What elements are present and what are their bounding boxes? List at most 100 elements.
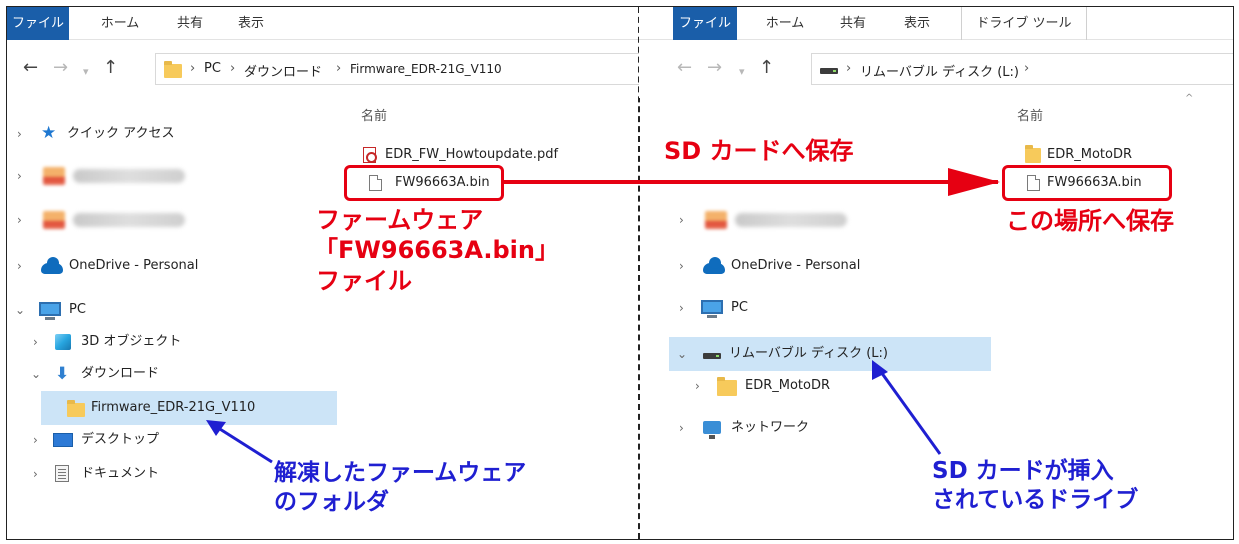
right-tab-share[interactable]: 共有	[833, 7, 873, 40]
forward-arrow-icon[interactable]: →	[707, 58, 722, 78]
breadcrumb-removable-disk[interactable]: リムーバブル ディスク (L:)	[860, 61, 1019, 80]
tree-item-blurred-folder[interactable]: ›	[7, 205, 337, 235]
chevron-down-icon[interactable]: ⌄	[15, 295, 25, 325]
chevron-right-icon[interactable]: ›	[17, 251, 22, 281]
pdf-file-icon	[363, 147, 377, 163]
blurred-label	[73, 169, 185, 183]
tree-label: OneDrive - Personal	[69, 258, 199, 273]
chevron-right-icon[interactable]: ›	[679, 293, 684, 323]
column-header-name[interactable]: 名前	[1017, 105, 1043, 124]
tree-item-removable-disk[interactable]: ⌄ リムーバブル ディスク (L:)	[669, 337, 991, 371]
tree-label: リムーバブル ディスク (L:)	[729, 346, 888, 361]
left-tab-file[interactable]: ファイル	[7, 7, 69, 40]
left-ribbon: ファイル ホーム 共有 表示	[7, 7, 639, 40]
chevron-right-icon[interactable]: ›	[17, 205, 22, 235]
desktop-icon	[53, 433, 73, 447]
drive-icon	[820, 68, 838, 74]
folder-icon	[164, 61, 182, 78]
chevron-right-icon[interactable]: ›	[17, 161, 22, 191]
right-tab-drive-tools[interactable]: ドライブ ツール	[961, 7, 1087, 40]
annotation-sd-drive-line1: SD カードが挿入	[932, 458, 1114, 484]
chevron-right-icon[interactable]: ›	[33, 425, 38, 455]
tree-label: Firmware_EDR-21G_V110	[91, 400, 256, 415]
chevron-right-icon[interactable]: ›	[679, 251, 684, 281]
tree-item-quick-access[interactable]: › ★ クイック アクセス	[7, 119, 337, 149]
blurred-folder-icon	[43, 167, 65, 185]
file-row-motodr-folder[interactable]: EDR_MotoDR	[1017, 143, 1217, 167]
annotation-save-to-sd: SD カードへ保存	[664, 137, 854, 165]
tree-item-pc[interactable]: › PC	[639, 293, 999, 323]
left-address-bar[interactable]: › PC › ダウンロード › Firmware_EDR-21G_V110	[155, 53, 639, 85]
cloud-icon	[703, 257, 725, 274]
chevron-right-icon[interactable]: ›	[679, 413, 684, 443]
left-tab-share[interactable]: 共有	[170, 7, 210, 40]
tree-item-pc[interactable]: ⌄ PC	[7, 295, 337, 325]
annotation-extracted-line2: のフォルダ	[274, 489, 389, 515]
back-arrow-icon[interactable]: ←	[23, 58, 38, 78]
tree-item-firmware-folder[interactable]: Firmware_EDR-21G_V110	[41, 391, 337, 425]
tree-label: クイック アクセス	[67, 126, 175, 141]
right-address-row: ← → ▾ ↑ › リムーバブル ディスク (L:) ›	[639, 40, 1233, 98]
breadcrumb-pc[interactable]: PC	[204, 61, 221, 76]
annotation-firmware-line1: ファームウェア	[316, 206, 484, 234]
forward-arrow-icon[interactable]: →	[53, 58, 68, 78]
right-tab-view[interactable]: 表示	[897, 7, 937, 40]
blurred-label	[73, 213, 185, 227]
tree-item-onedrive[interactable]: › OneDrive - Personal	[7, 251, 337, 281]
tree-item-desktop[interactable]: › デスクトップ	[7, 425, 337, 455]
breadcrumb-separator-icon: ›	[336, 61, 342, 76]
cloud-icon	[41, 257, 63, 274]
chevron-right-icon[interactable]: ›	[695, 371, 700, 401]
up-arrow-icon[interactable]: ↑	[103, 58, 118, 78]
monitor-icon	[701, 300, 723, 318]
file-row-pdf[interactable]: EDR_FW_Howtoupdate.pdf	[359, 143, 629, 167]
tree-label: ダウンロード	[81, 366, 160, 381]
tree-item-network[interactable]: › ネットワーク	[639, 413, 999, 443]
download-arrow-icon: ⬇	[55, 364, 70, 384]
blurred-folder-icon	[705, 211, 727, 229]
right-tab-home[interactable]: ホーム	[757, 7, 813, 40]
chevron-down-icon[interactable]: ⌄	[677, 337, 687, 371]
breadcrumb-firmware-folder[interactable]: Firmware_EDR-21G_V110	[350, 62, 502, 76]
folder-icon	[67, 400, 85, 417]
cube-icon	[55, 334, 71, 350]
blurred-folder-icon	[43, 211, 65, 229]
tree-label: 3D オブジェクト	[81, 334, 182, 349]
sort-ascending-icon: ^	[1185, 93, 1194, 104]
right-ribbon: ファイル ホーム 共有 表示 ドライブ ツール	[639, 7, 1233, 40]
tree-label: ドキュメント	[81, 466, 160, 481]
tree-item-motodr[interactable]: › EDR_MotoDR	[639, 371, 999, 401]
tree-label: OneDrive - Personal	[731, 258, 861, 273]
chevron-right-icon[interactable]: ›	[679, 205, 684, 235]
document-icon	[55, 465, 69, 482]
left-tab-view[interactable]: 表示	[231, 7, 271, 40]
left-tab-home[interactable]: ホーム	[92, 7, 148, 40]
recent-chevron-down-icon[interactable]: ▾	[739, 62, 745, 82]
tree-item-onedrive[interactable]: › OneDrive - Personal	[639, 251, 999, 281]
annotation-sd-drive-line2: されているドライブ	[932, 487, 1139, 513]
back-arrow-icon[interactable]: ←	[677, 58, 692, 78]
file-name: EDR_MotoDR	[1047, 147, 1133, 162]
annotation-save-here: この場所へ保存	[1006, 207, 1174, 235]
right-address-bar[interactable]: › リムーバブル ディスク (L:) ›	[811, 53, 1233, 85]
tree-item-blurred-folder[interactable]: ›	[7, 161, 337, 191]
tree-item-blurred-folder[interactable]: ›	[639, 205, 999, 235]
highlight-box-destination	[1002, 165, 1172, 201]
up-arrow-icon[interactable]: ↑	[759, 58, 774, 78]
star-icon: ★	[41, 123, 57, 143]
recent-chevron-down-icon[interactable]: ▾	[83, 62, 89, 82]
tree-label: PC	[69, 302, 86, 317]
left-address-row: ← → ▾ ↑ › PC › ダウンロード › Firmware_EDR-21G…	[7, 40, 639, 98]
breadcrumb-separator-icon: ›	[230, 61, 236, 76]
chevron-right-icon[interactable]: ›	[17, 119, 22, 149]
breadcrumb-separator-icon: ›	[846, 61, 852, 76]
column-header-name[interactable]: 名前	[361, 105, 387, 124]
chevron-right-icon[interactable]: ›	[33, 327, 38, 357]
chevron-right-icon[interactable]: ›	[33, 459, 38, 489]
tree-label: EDR_MotoDR	[745, 378, 831, 393]
tree-item-3d-objects[interactable]: › 3D オブジェクト	[7, 327, 337, 357]
chevron-down-icon[interactable]: ⌄	[31, 359, 41, 389]
right-tab-file[interactable]: ファイル	[673, 7, 737, 40]
tree-item-downloads[interactable]: ⌄ ⬇ ダウンロード	[7, 359, 337, 389]
breadcrumb-downloads[interactable]: ダウンロード	[244, 61, 322, 80]
